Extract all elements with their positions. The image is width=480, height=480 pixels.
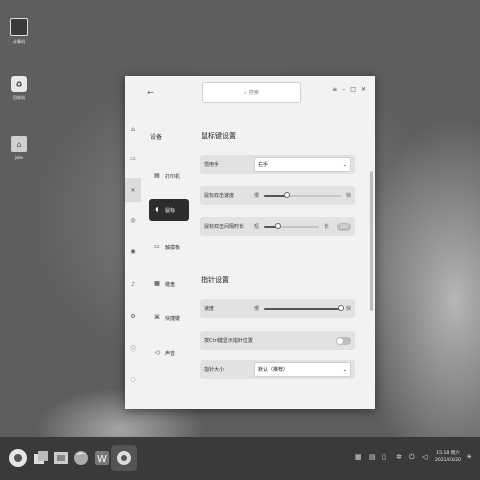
settings-content: 鼠标键设置 惯用手 右手 ⌄ 鼠标双击速度 慢 快 鼠标双击间隔时长 短 长 1… [196,109,375,409]
slider-max-label: 快 [345,306,351,312]
category-touchpad[interactable]: ▭ 触摸板 [149,236,189,258]
dblclick-speed-row: 鼠标双击速度 慢 快 [200,186,355,205]
search-icon: ⌕ [244,89,247,96]
dblclick-speed-label: 鼠标双击速度 [204,193,235,199]
back-arrow-icon[interactable]: ← [147,88,154,97]
category-label: 声音 [165,350,176,357]
home-folder-icon: ⌂ [11,136,27,152]
category-label: 快捷键 [165,315,181,322]
category-mouse[interactable]: ◖ 鼠标 [149,199,189,221]
pointer-speed-row: 速度 慢 快 [200,299,355,318]
settings-window: ← ⌕ 搜索 ≡ – □ ✕ ⌂ ▭ ✕ ◎ ◉ ♪ ⚙ ⓘ ◌ 设备 ▤ 打印… [125,76,375,409]
desktop-icon-label: 回收站 [13,95,25,100]
window-titlebar: ← ⌕ 搜索 ≡ – □ ✕ [125,76,375,109]
shortcut-icon: ⌘ [154,314,160,321]
category-label: 打印机 [165,173,181,180]
maximize-button[interactable]: □ [350,86,356,93]
touchpad-icon: ▭ [154,243,160,250]
home-icon[interactable]: ⌂ [128,124,138,134]
dblclick-interval-slider[interactable] [264,222,319,229]
category-keyboard[interactable]: ▦ 键盘 [149,273,189,295]
printer-icon: ▤ [154,172,160,179]
menu-icon[interactable]: ≡ [332,86,337,93]
category-shortcuts[interactable]: ⌘ 快捷键 [149,307,189,329]
chevron-down-icon: ⌄ [342,161,347,168]
mouse-icon: ◖ [155,206,159,213]
display-icon[interactable]: ▭ [128,153,138,163]
settings-icon-rail: ⌂ ▭ ✕ ◎ ◉ ♪ ⚙ ⓘ ◌ [125,109,141,409]
close-button[interactable]: ✕ [361,86,366,93]
taskbar: W ▦ ▤ ▯ ✲ ⏻ ◁ 15:18 周六 2021/03/20 ☀ [0,437,480,480]
pointer-size-select[interactable]: 默认（推荐） ⌄ [254,362,351,377]
volume-icon[interactable]: ◁ [422,453,427,461]
category-sound[interactable]: ◁ 声音 [149,342,189,364]
pointer-speed-label: 速度 [204,306,215,312]
handedness-label: 惯用手 [204,162,220,168]
tool-icon[interactable]: ✕ [125,178,141,202]
chevron-down-icon: ⌄ [342,366,347,373]
keyboard-icon: ▦ [154,280,160,287]
slider-min-label: 慢 [254,193,260,199]
desktop-icon-computer[interactable]: 计算机 [6,18,32,45]
slider-min-label: 慢 [254,306,260,312]
info-icon[interactable]: ⓘ [128,343,138,353]
content-scrollbar[interactable] [370,171,373,311]
slider-max-label: 快 [345,193,351,199]
pointer-section-title: 指针设置 [201,276,229,284]
ctrl-locate-toggle[interactable] [336,336,351,345]
computer-icon [10,18,28,36]
pointer-speed-slider[interactable] [264,304,344,311]
handedness-value: 右手 [258,162,269,168]
brightness-icon[interactable]: ✲ [396,453,402,461]
slider-handle[interactable] [337,304,344,311]
bell-icon[interactable]: ♪ [128,279,138,289]
power-icon[interactable]: ⏻ [409,453,415,462]
category-label: 键盘 [165,281,176,288]
battery-icon[interactable]: ▯ [382,453,386,461]
category-header: 设备 [150,134,163,141]
clock[interactable]: 15:18 周六 2021/03/20 [431,450,465,464]
user-icon[interactable]: ◉ [128,246,138,256]
desktop-icon-trash[interactable]: ♻ 回收站 [6,76,32,101]
ctrl-locate-row: 按Ctrl键显示指针位置 [200,331,355,350]
slider-min-label: 短 [254,224,260,230]
search-input[interactable]: ⌕ 搜索 [202,82,301,103]
update-icon[interactable]: ◌ [128,374,138,384]
dblclick-interval-label: 鼠标双击间隔时长 [204,224,245,230]
mouse-section-title: 鼠标键设置 [201,132,236,140]
pointer-size-row: 指针大小 默认（推荐） ⌄ [200,360,355,379]
settings-icon[interactable] [111,445,137,471]
dblclick-test-button[interactable]: 100 [337,222,351,231]
desktop-icon-home[interactable]: ⌂ jake [6,136,32,160]
svg-text:W: W [97,454,107,465]
slider-handle[interactable] [284,191,291,198]
dblclick-speed-slider[interactable] [264,191,341,198]
handedness-select[interactable]: 右手 ⌄ [254,157,351,172]
sound-icon: ◁ [154,349,160,356]
ctrl-locate-label: 按Ctrl键显示指针位置 [204,338,253,344]
minimize-button[interactable]: – [342,86,345,93]
clock-time: 15:18 周六 [436,451,460,456]
gear-icon[interactable]: ⚙ [128,311,138,321]
category-printer[interactable]: ▤ 打印机 [149,165,189,187]
dblclick-interval-row: 鼠标双击间隔时长 短 长 100 [200,217,355,236]
handedness-row: 惯用手 右手 ⌄ [200,155,355,174]
slider-handle[interactable] [274,222,281,229]
notification-icon[interactable]: ☀ [466,453,472,461]
slider-max-label: 长 [323,224,329,230]
keyboard-icon[interactable]: ▦ [355,453,362,461]
desktop-icon-label: 计算机 [13,39,25,44]
trash-icon: ♻ [11,76,27,92]
globe-icon[interactable]: ◎ [128,215,138,225]
clipboard-icon[interactable]: ▤ [369,453,376,461]
desktop-icon-label: jake [14,155,24,160]
clock-date: 2021/03/20 [435,458,461,463]
pointer-size-value: 默认（推荐） [258,367,289,373]
search-placeholder: 搜索 [248,90,259,96]
category-label: 触摸板 [165,244,181,251]
pointer-size-label: 指针大小 [204,367,225,373]
category-label: 鼠标 [165,207,176,214]
